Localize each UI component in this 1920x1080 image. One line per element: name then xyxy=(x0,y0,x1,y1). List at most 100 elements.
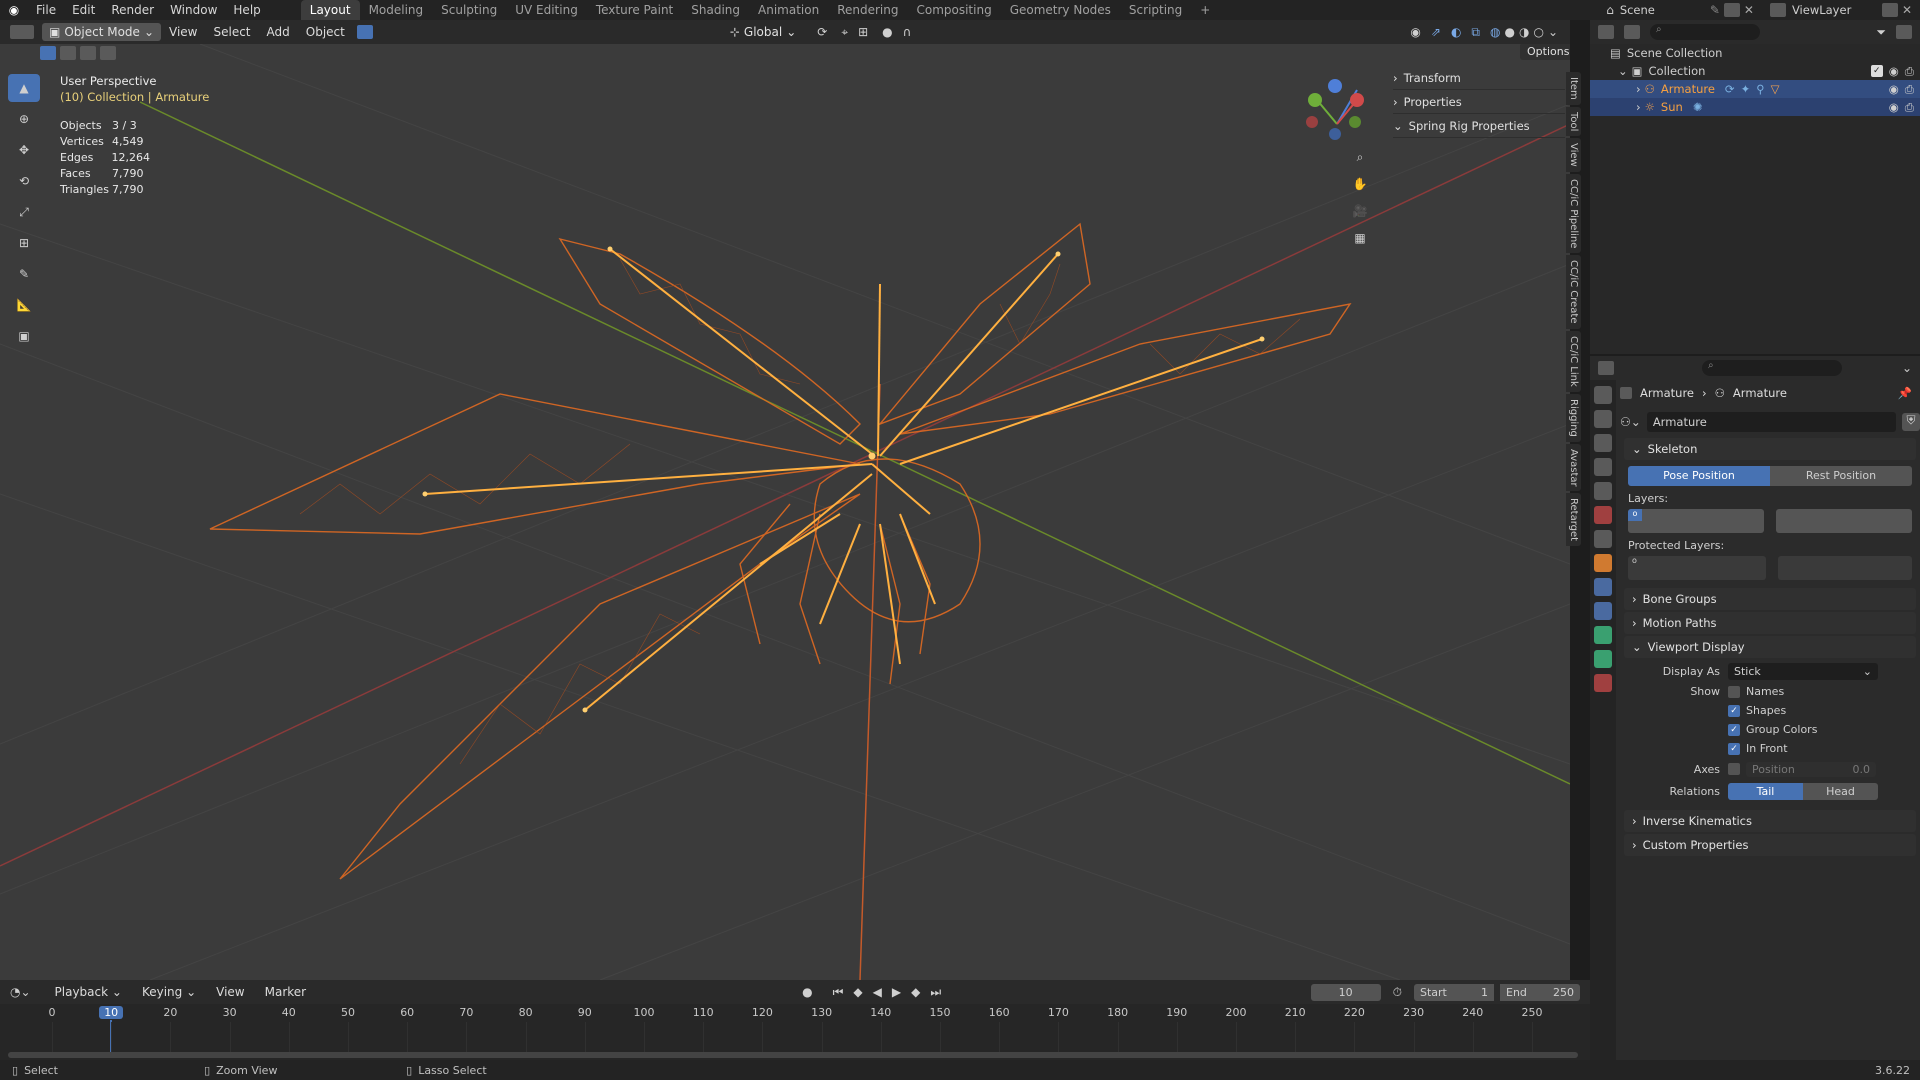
xray-toggle-icon[interactable]: ⧉ xyxy=(1471,25,1480,40)
menu-add[interactable]: Add xyxy=(259,23,298,41)
tab-scripting[interactable]: Scripting xyxy=(1120,0,1191,20)
visibility-icon[interactable]: ◉ xyxy=(1410,25,1420,39)
tab-sculpting[interactable]: Sculpting xyxy=(432,0,506,20)
panel-motion-paths[interactable]: › Motion Paths xyxy=(1624,612,1916,634)
move-tool-icon[interactable]: ✥ xyxy=(8,136,40,164)
armature-data-props-icon[interactable] xyxy=(1594,626,1612,644)
select-new-icon[interactable] xyxy=(40,46,56,60)
stopwatch-icon[interactable]: ⏱ xyxy=(1393,985,1402,1000)
snap-target-icon[interactable]: ⊞ xyxy=(858,25,868,39)
layers-grid[interactable]: o xyxy=(1628,509,1912,533)
expand-right-icon[interactable]: › xyxy=(1636,82,1641,96)
3d-viewport[interactable]: ▲ ⊕ ✥ ⟲ ⤢ ⊞ ✎ 📐 ▣ User Perspective (10) … xyxy=(0,44,1570,980)
play-reverse-icon[interactable]: ◀ xyxy=(873,985,882,999)
neg-x-gizmo-icon[interactable] xyxy=(1306,116,1318,128)
camera-view-icon[interactable]: 🎥 xyxy=(1348,204,1372,231)
axes-checkbox[interactable] xyxy=(1728,763,1740,775)
panel-inverse-kinematics[interactable]: › Inverse Kinematics xyxy=(1624,810,1916,832)
datablock-selector[interactable]: ⚇⌄ Armature ⛨ xyxy=(1620,410,1920,434)
menu-timeline-view[interactable]: View xyxy=(208,983,252,1001)
datablock-name-field[interactable]: Armature xyxy=(1646,412,1896,432)
eye-icon[interactable]: ◉ xyxy=(1889,64,1899,78)
scene-pin-icon[interactable]: ✎ xyxy=(1710,3,1720,17)
outliner-editor-icon[interactable] xyxy=(1598,25,1614,39)
group-colors-checkbox[interactable]: ✓ xyxy=(1728,723,1740,736)
rotate-tool-icon[interactable]: ⟲ xyxy=(8,167,40,195)
protected-layers-grid[interactable]: o xyxy=(1628,556,1912,580)
overlay-toggle-icon[interactable]: ◐ xyxy=(1451,25,1461,39)
expand-right-icon[interactable]: › xyxy=(1636,100,1641,114)
menu-keying[interactable]: Keying ⌄ xyxy=(134,983,204,1001)
tab-cc-link[interactable]: CC/iC Link xyxy=(1566,330,1581,392)
tab-uv-editing[interactable]: UV Editing xyxy=(506,0,587,20)
bone-props-icon[interactable] xyxy=(1594,650,1612,668)
menu-render[interactable]: Render xyxy=(103,0,162,20)
relations-tail-button[interactable]: Tail xyxy=(1728,782,1803,800)
panel-transform[interactable]: › Transform xyxy=(1393,66,1565,90)
render-props-icon[interactable] xyxy=(1594,410,1612,428)
scene-name[interactable]: Scene xyxy=(1620,3,1710,17)
tab-retarget[interactable]: Retarget xyxy=(1566,493,1581,547)
collection-row[interactable]: ⌄ ▣ Collection ✓ ◉ ⎙ xyxy=(1590,62,1920,80)
zoom-icon[interactable]: ⌕ xyxy=(1348,150,1372,177)
tab-animation[interactable]: Animation xyxy=(749,0,828,20)
rendered-shading-icon[interactable]: ○ xyxy=(1533,25,1543,39)
chevron-down-icon[interactable]: ⌄ xyxy=(1902,361,1912,375)
y-axis-gizmo-icon[interactable] xyxy=(1308,93,1322,107)
current-frame-field[interactable]: 10 xyxy=(1310,983,1381,1001)
menu-playback[interactable]: Playback ⌄ xyxy=(47,983,130,1001)
add-cube-tool-icon[interactable]: ▣ xyxy=(8,322,40,350)
ortho-toggle-icon[interactable]: ▦ xyxy=(1348,231,1372,258)
menu-edit[interactable]: Edit xyxy=(64,0,103,20)
select-invert-icon[interactable] xyxy=(100,46,116,60)
neg-y-gizmo-icon[interactable] xyxy=(1349,116,1361,128)
tab-modeling[interactable]: Modeling xyxy=(360,0,433,20)
panel-viewport-display[interactable]: ⌄ Viewport Display xyxy=(1624,636,1916,658)
texture-props-icon[interactable] xyxy=(1594,674,1612,692)
view-layer-name[interactable]: ViewLayer xyxy=(1792,3,1882,17)
start-frame-field[interactable]: Start 1 xyxy=(1414,983,1494,1001)
wireframe-shading-icon[interactable]: ◍ xyxy=(1490,25,1500,39)
scene-new-icon[interactable] xyxy=(1723,3,1740,17)
menu-file[interactable]: File xyxy=(28,0,64,20)
menu-view[interactable]: View xyxy=(161,23,205,41)
shading-options-icon[interactable]: ⌄ xyxy=(1548,25,1558,39)
expand-down-icon[interactable]: ⌄ xyxy=(1618,64,1628,78)
physics-props-icon[interactable] xyxy=(1594,578,1612,596)
add-workspace-icon[interactable]: + xyxy=(1191,0,1219,20)
bone-joints[interactable] xyxy=(422,246,1265,713)
prev-keyframe-icon[interactable]: ◆ xyxy=(853,985,862,999)
active-layer-indicator[interactable]: o xyxy=(1628,509,1642,521)
pivot-icon[interactable]: ⟳ xyxy=(817,25,827,39)
camera-render-icon[interactable]: ⎙ xyxy=(1905,82,1914,97)
constraints-props-icon[interactable] xyxy=(1594,602,1612,620)
editor-type-icon[interactable] xyxy=(10,25,34,39)
material-shading-icon[interactable]: ◑ xyxy=(1519,25,1529,39)
object-props-icon[interactable] xyxy=(1594,554,1612,572)
panel-skeleton[interactable]: ⌄ Skeleton xyxy=(1624,438,1916,460)
pose-position-button[interactable]: Pose Position xyxy=(1628,466,1770,486)
tab-geometry-nodes[interactable]: Geometry Nodes xyxy=(1001,0,1120,20)
view-layer-close-icon[interactable]: ✕ xyxy=(1902,3,1912,17)
view-layer-new-icon[interactable] xyxy=(1881,3,1898,17)
fake-user-shield-icon[interactable]: ⛨ xyxy=(1902,413,1920,431)
eye-icon[interactable]: ◉ xyxy=(1889,82,1899,96)
relations-head-button[interactable]: Head xyxy=(1803,782,1878,800)
menu-select[interactable]: Select xyxy=(205,23,258,41)
annotate-tool-icon[interactable]: ✎ xyxy=(8,260,40,288)
output-props-icon[interactable] xyxy=(1594,434,1612,452)
tool-props-icon[interactable] xyxy=(1594,386,1612,404)
tab-tool[interactable]: Tool xyxy=(1566,106,1581,137)
view-layer-props-icon[interactable] xyxy=(1594,458,1612,476)
camera-render-icon[interactable]: ⎙ xyxy=(1905,64,1914,79)
solid-shading-icon[interactable]: ● xyxy=(1504,25,1514,39)
tab-rendering[interactable]: Rendering xyxy=(828,0,907,20)
transform-tool-icon[interactable]: ⊞ xyxy=(8,229,40,257)
outliner-item-sun[interactable]: › ☼ Sun ✺ ◉ ⎙ xyxy=(1590,98,1920,116)
shapes-checkbox[interactable]: ✓ xyxy=(1728,704,1740,717)
rest-position-button[interactable]: Rest Position xyxy=(1770,466,1912,486)
proportional-edit-icon[interactable]: ● xyxy=(882,25,892,39)
menu-object[interactable]: Object xyxy=(298,23,353,41)
select-subtract-icon[interactable] xyxy=(80,46,96,60)
snap-icon[interactable]: ⌖ xyxy=(841,25,848,40)
